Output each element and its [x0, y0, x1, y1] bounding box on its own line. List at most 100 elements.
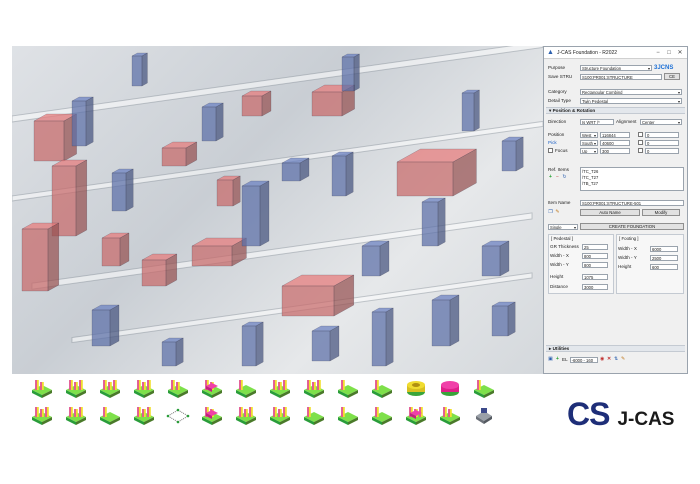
auto-name-button[interactable]: Auto Name [580, 209, 640, 216]
category-select[interactable]: Rectangular Combind [580, 88, 682, 95]
refresh-ref-icon[interactable]: ↻ [562, 175, 567, 180]
create-mode-select[interactable]: Single [548, 223, 578, 230]
foundation-type-icon[interactable] [200, 404, 224, 426]
expand-icon: ▸ [549, 346, 552, 351]
ftg-width-x-field[interactable]: 6000 [650, 245, 678, 252]
minimize-icon[interactable]: − [654, 50, 662, 56]
modify-button[interactable]: Modify [642, 209, 680, 216]
foundation-type-icon[interactable] [472, 377, 496, 399]
maximize-icon[interactable]: □ [665, 50, 673, 56]
foundation-type-icon[interactable] [30, 377, 54, 399]
position-label: Position [548, 132, 565, 137]
foundation-block-15-side [119, 232, 130, 267]
foundation-type-icon[interactable] [370, 404, 394, 426]
distance-field[interactable]: 3000 [582, 283, 608, 290]
ped-width-x-field[interactable]: 800 [582, 252, 608, 259]
gr-thickness-field[interactable]: 25 [582, 243, 608, 250]
foundation-type-icon[interactable] [98, 404, 122, 426]
foundation-type-icon[interactable] [404, 377, 428, 399]
foundation-type-icon[interactable] [30, 404, 54, 426]
add-icon[interactable]: + [555, 357, 560, 362]
ftg-width-y-label: Width - Y [618, 255, 637, 260]
list-item[interactable]: /TB_T27 [582, 181, 682, 187]
foundation-type-icon[interactable] [336, 377, 360, 399]
rotation-field-3[interactable]: 0 [645, 147, 679, 154]
foundation-block-16-front [141, 259, 167, 287]
bucket-icon[interactable]: ◉ [600, 357, 605, 362]
foundation-type-icon[interactable] [336, 404, 360, 426]
foundation-type-icon[interactable] [268, 377, 292, 399]
ftg-width-y-field[interactable]: 2500 [650, 254, 678, 261]
cs-logo: CS [567, 396, 610, 432]
foundation-type-glyph [304, 380, 324, 398]
foundation-block-0-front [33, 120, 65, 162]
ce-button[interactable]: CE [664, 73, 680, 80]
model-3d-viewport[interactable] [12, 46, 543, 374]
lock-checkbox-1[interactable] [638, 132, 643, 137]
alignment-select[interactable]: Center [640, 118, 682, 125]
foundation-type-icon[interactable] [438, 377, 462, 399]
copy-icon[interactable]: ❐ [548, 210, 553, 215]
foundation-type-icon[interactable] [234, 377, 258, 399]
foundation-type-icon[interactable] [64, 404, 88, 426]
ped-width-y-field[interactable]: 800 [582, 261, 608, 268]
coord-field-1[interactable]: 116844 [600, 131, 630, 138]
foundation-block-3-front [161, 147, 187, 167]
coord-field-3[interactable]: 300 [600, 147, 630, 154]
close-icon[interactable]: ✕ [676, 49, 684, 56]
distance-label: Distance [550, 284, 568, 289]
foundation-type-icon[interactable] [302, 377, 326, 399]
detail-type-select[interactable]: Twin Pedestal [580, 97, 682, 104]
foundation-type-glyph [270, 407, 290, 425]
direction-field[interactable]: Is WRT /* [580, 118, 614, 125]
foundation-type-icon[interactable] [132, 377, 156, 399]
delete-icon[interactable]: ✕ [607, 357, 612, 362]
coord-field-2[interactable]: 40600 [600, 139, 630, 146]
ftg-height-field[interactable]: 600 [650, 263, 678, 270]
foundation-type-icon[interactable] [200, 377, 224, 399]
purpose-select[interactable]: Structure Foundation [580, 64, 652, 71]
foundation-type-icon[interactable] [132, 404, 156, 426]
footing-title: [ Footing ] [619, 236, 639, 241]
foundation-type-icon[interactable] [370, 377, 394, 399]
rotation-field-2[interactable]: 0 [645, 139, 679, 146]
foundation-type-icon[interactable] [98, 377, 122, 399]
sort-icon[interactable]: ⇅ [614, 357, 619, 362]
el-field[interactable]: -6000 - 160 [569, 356, 598, 363]
axis-select-1[interactable]: West [580, 131, 598, 138]
ped-height-field[interactable]: 1075 [582, 273, 608, 280]
lock-checkbox-3[interactable] [638, 148, 643, 153]
remove-ref-icon[interactable]: − [555, 175, 560, 180]
create-foundation-button[interactable]: CREATE FOUNDATION [580, 223, 684, 230]
foundation-type-icon[interactable] [166, 404, 190, 426]
pick-link[interactable]: Pick [548, 140, 578, 145]
lock-checkbox-2[interactable] [638, 140, 643, 145]
foundation-block-7-side [353, 53, 360, 92]
foundation-type-icon[interactable] [404, 404, 428, 426]
brush-icon[interactable]: ✎ [621, 357, 626, 362]
foundation-type-icon[interactable] [302, 404, 326, 426]
save-stru-field[interactable]: S100:PR001:STRUCTURE [580, 73, 662, 80]
add-ref-icon[interactable]: + [548, 175, 553, 180]
foundation-type-icon[interactable] [64, 377, 88, 399]
item-name-field[interactable]: S100:PR001:STRUCTURE-501 [580, 199, 684, 206]
ref-items-list[interactable]: /TC_T26 /TC_T27 /TB_T27 [580, 167, 684, 191]
save-icon[interactable]: ▣ [548, 357, 553, 362]
foundation-block-7-front [341, 56, 355, 92]
foundation-type-icon[interactable] [438, 404, 462, 426]
rotation-field-1[interactable]: 0 [645, 131, 679, 138]
foundation-block-19-front [281, 285, 335, 317]
foundation-type-icon[interactable] [472, 404, 496, 426]
axis-select-2[interactable]: South [580, 139, 598, 146]
foundation-type-icon[interactable] [268, 404, 292, 426]
focus-checkbox[interactable] [548, 148, 553, 153]
tag-icon[interactable]: ✎ [555, 210, 560, 215]
axis-select-3[interactable]: Up [580, 147, 598, 154]
foundation-block-5-front [241, 95, 263, 117]
foundation-type-icon[interactable] [234, 404, 258, 426]
foundation-type-icon[interactable] [166, 377, 190, 399]
foundation-block-30-side [232, 175, 241, 207]
utilities-section-header[interactable]: ▸ Utilities [546, 345, 685, 352]
foundation-block-28-side [449, 294, 460, 347]
position-section-header[interactable]: ▾ Position & Rotation [546, 107, 685, 114]
